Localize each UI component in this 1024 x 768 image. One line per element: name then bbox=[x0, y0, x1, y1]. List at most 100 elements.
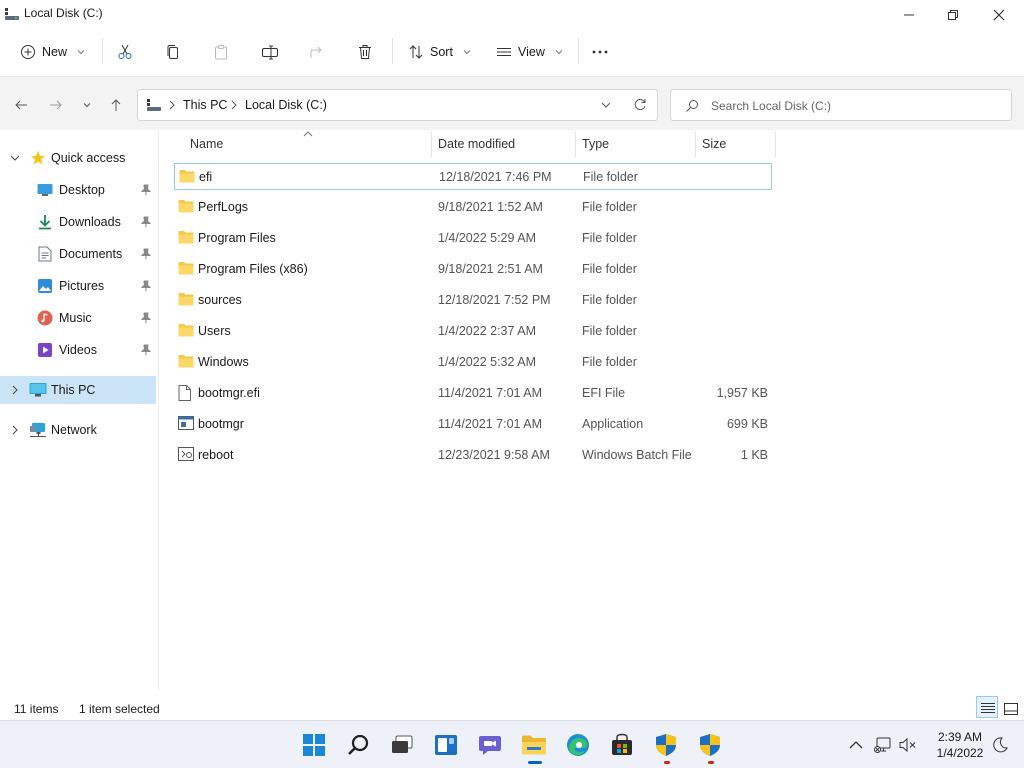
sidebar-item-this-pc[interactable]: This PC bbox=[0, 376, 156, 404]
file-row[interactable]: sources 12/18/2021 7:52 PM File folder bbox=[174, 287, 772, 314]
column-header-date[interactable]: Date modified bbox=[438, 137, 515, 165]
file-type: File folder bbox=[582, 200, 637, 214]
view-button[interactable]: View bbox=[496, 38, 563, 66]
column-header-name[interactable]: Name bbox=[190, 137, 223, 165]
search-box[interactable]: Search Local Disk (C:) bbox=[670, 89, 1012, 121]
file-name: efi bbox=[199, 170, 213, 184]
file-row[interactable]: Windows 1/4/2022 5:32 AM File folder bbox=[174, 349, 772, 376]
file-row[interactable]: Program Files (x86) 9/18/2021 2:51 AM Fi… bbox=[174, 256, 772, 283]
volume-button[interactable] bbox=[894, 731, 922, 759]
file-row[interactable]: bootmgr.efi 11/4/2021 7:01 AM EFI File 1… bbox=[174, 380, 772, 407]
pin-icon[interactable] bbox=[141, 312, 151, 324]
file-date: 1/4/2022 5:32 AM bbox=[438, 355, 536, 369]
widgets-button[interactable] bbox=[432, 731, 460, 759]
pin-icon[interactable] bbox=[141, 344, 151, 356]
pin-icon[interactable] bbox=[141, 216, 151, 228]
folder-icon bbox=[178, 292, 194, 306]
file-size: 1 KB bbox=[740, 448, 768, 462]
forward-button[interactable] bbox=[46, 95, 66, 115]
chevron-down-icon[interactable] bbox=[601, 101, 611, 109]
status-bar: 11 items 1 item selected bbox=[0, 696, 1024, 720]
column-divider[interactable] bbox=[575, 131, 576, 157]
pane-divider[interactable] bbox=[158, 130, 159, 690]
share-button[interactable] bbox=[309, 38, 325, 66]
copy-button[interactable] bbox=[165, 38, 181, 66]
close-button[interactable] bbox=[976, 0, 1022, 30]
pin-icon[interactable] bbox=[141, 248, 151, 260]
toolbar-separator bbox=[392, 38, 393, 64]
file-explorer-taskbar-button[interactable] bbox=[520, 731, 548, 759]
sidebar-item-quick-access[interactable]: Quick access bbox=[0, 144, 156, 172]
sidebar-item-videos[interactable]: Videos bbox=[0, 336, 156, 364]
window-title: Local Disk (C:) bbox=[24, 6, 103, 20]
security-app-button[interactable] bbox=[696, 731, 724, 759]
maximize-button[interactable] bbox=[930, 0, 976, 30]
sidebar-item-desktop[interactable]: Desktop bbox=[0, 176, 156, 204]
column-divider[interactable] bbox=[695, 131, 696, 157]
rename-icon bbox=[261, 44, 279, 60]
sidebar-item-documents[interactable]: Documents bbox=[0, 240, 156, 268]
windows-logo-icon bbox=[303, 734, 325, 756]
minimize-button[interactable] bbox=[886, 0, 932, 30]
star-icon bbox=[30, 150, 46, 166]
breadcrumb-local-disk[interactable]: Local Disk (C:) bbox=[245, 98, 327, 112]
file-row[interactable]: reboot 12/23/2021 9:58 AM Windows Batch … bbox=[174, 442, 772, 469]
delete-button[interactable] bbox=[357, 38, 373, 66]
file-row[interactable]: Program Files 1/4/2022 5:29 AM File fold… bbox=[174, 225, 772, 252]
sidebar-item-downloads[interactable]: Downloads bbox=[0, 208, 156, 236]
chevron-down-icon bbox=[83, 101, 91, 109]
column-divider[interactable] bbox=[775, 131, 776, 157]
file-type: File folder bbox=[582, 324, 637, 338]
cut-button[interactable] bbox=[117, 38, 133, 66]
paste-button[interactable] bbox=[213, 38, 229, 66]
file-row[interactable]: PerfLogs 9/18/2021 1:52 AM File folder bbox=[174, 194, 772, 221]
column-header-size[interactable]: Size bbox=[702, 137, 726, 165]
chevron-right-icon[interactable] bbox=[11, 425, 19, 435]
rename-button[interactable] bbox=[261, 38, 279, 66]
file-date: 1/4/2022 5:29 AM bbox=[438, 231, 536, 245]
file-date: 1/4/2022 2:37 AM bbox=[438, 324, 536, 338]
search-taskbar-button[interactable] bbox=[344, 731, 372, 759]
up-button[interactable] bbox=[106, 95, 126, 115]
file-row[interactable]: Users 1/4/2022 2:37 AM File folder bbox=[174, 318, 772, 345]
details-view-button[interactable] bbox=[976, 696, 998, 718]
edge-button[interactable] bbox=[564, 731, 592, 759]
network-status-button[interactable] bbox=[869, 731, 897, 759]
system-clock[interactable]: 2:39 AM 1/4/2022 bbox=[930, 729, 990, 761]
search-icon bbox=[347, 734, 369, 756]
sidebar-item-network[interactable]: Network bbox=[0, 416, 156, 444]
column-header-type[interactable]: Type bbox=[582, 137, 609, 165]
more-options-button[interactable] bbox=[591, 38, 609, 66]
sidebar-item-pictures[interactable]: Pictures bbox=[0, 272, 156, 300]
minimize-icon bbox=[903, 9, 915, 21]
file-name: sources bbox=[198, 293, 242, 307]
chevron-up-icon bbox=[849, 740, 863, 750]
sort-button[interactable]: Sort bbox=[408, 38, 471, 66]
task-view-button[interactable] bbox=[388, 731, 416, 759]
start-button[interactable] bbox=[300, 731, 328, 759]
chevron-right-icon[interactable] bbox=[11, 385, 19, 395]
show-hidden-icons-button[interactable] bbox=[842, 731, 870, 759]
file-type: File folder bbox=[582, 262, 637, 276]
chevron-down-icon bbox=[77, 48, 85, 56]
breadcrumb-this-pc[interactable]: This PC bbox=[183, 98, 227, 112]
security-app-button[interactable] bbox=[652, 731, 680, 759]
refresh-icon[interactable] bbox=[633, 98, 647, 112]
drive-icon bbox=[146, 98, 162, 112]
column-divider[interactable] bbox=[431, 131, 432, 157]
pin-icon[interactable] bbox=[141, 280, 151, 292]
new-button[interactable]: New bbox=[20, 38, 85, 66]
file-row[interactable]: efi 12/18/2021 7:46 PM File folder bbox=[174, 163, 772, 190]
chat-button[interactable] bbox=[476, 731, 504, 759]
back-button[interactable] bbox=[11, 95, 31, 115]
toolbar-separator bbox=[102, 38, 103, 64]
file-type: EFI File bbox=[582, 386, 626, 400]
chevron-down-icon[interactable] bbox=[10, 154, 20, 162]
notifications-button[interactable] bbox=[986, 731, 1014, 759]
file-row[interactable]: bootmgr 11/4/2021 7:01 AM Application 69… bbox=[174, 411, 772, 438]
sidebar-item-music[interactable]: Music bbox=[0, 304, 156, 332]
recent-locations-button[interactable] bbox=[77, 95, 97, 115]
pin-icon[interactable] bbox=[141, 184, 151, 196]
address-bar[interactable]: This PC Local Disk (C:) bbox=[137, 89, 658, 121]
store-button[interactable] bbox=[608, 731, 636, 759]
